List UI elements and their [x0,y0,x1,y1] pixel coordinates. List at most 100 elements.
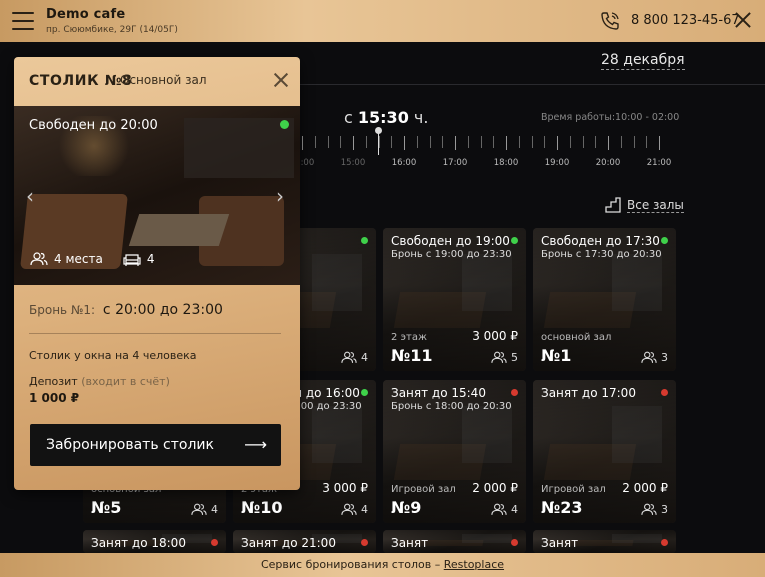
phone-icon[interactable] [600,11,620,31]
panel-title: СТОЛИК №8 [29,73,133,89]
scale-hour-label: 18:00 [493,158,519,168]
cafe-info: Demo cafe пр. Сююмбике, 29Г (14/05Г) [46,7,178,35]
scale-tick [608,136,609,150]
status-dot [211,539,218,546]
card-status: Свободен до 17:30 [541,234,660,248]
footer-link[interactable]: Restoplace [444,558,504,571]
status-dot [511,237,518,244]
scale-hour-label: 17:00 [442,158,468,168]
status-dot [361,389,368,396]
table-card[interactable]: Занят до 15:40 Бронь с 18:00 до 20:30 Игро… [383,380,526,523]
prev-photo-icon[interactable]: ‹ [26,184,34,208]
card-number: №1 [541,346,572,365]
people-icon [491,351,507,363]
phone-number[interactable]: 8 800 123-45-67 [631,13,740,28]
seats-count: 4 [511,503,518,516]
next-photo-icon[interactable]: › [276,184,284,208]
card-status: Занят до 15:40 [391,386,486,400]
time-label: с 15:30 ч. [344,108,428,127]
people-icon [341,503,357,515]
card-price: 2 000 ₽ [622,481,668,495]
time-suffix: ч. [413,108,429,127]
card-seats: 4 [491,503,518,516]
scale-tick [595,136,597,148]
selected-time: 15:30 [357,108,409,127]
close-icon[interactable] [274,73,288,87]
card-seats: 3 [641,503,668,516]
people-icon [30,252,48,266]
scale-tick [582,136,584,148]
scale-tick [480,136,482,148]
people-icon [641,351,657,363]
table-card[interactable]: Занят [383,530,526,553]
work-hours: Время работы:10:00 - 02:00 [541,112,680,123]
card-status: Занят до 17:00 [541,386,636,400]
card-hall: Игровой зал [541,484,606,495]
scale-tick [314,136,316,148]
card-hall: Игровой зал [391,484,456,495]
card-seats: 3 [641,351,668,364]
table-card[interactable]: Занят до 18:00 [83,530,226,553]
cafe-address: пр. Сююмбике, 29Г (14/05Г) [46,25,178,35]
scale-tick [544,136,546,148]
scale-tick [365,136,367,148]
sofa-icon [123,254,141,266]
card-price: 3 000 ₽ [472,329,518,343]
panel-hall: Основной зал [120,73,207,87]
scale-tick [327,136,329,148]
card-hall: основной зал [541,332,612,343]
table-card[interactable]: Занят [533,530,676,553]
scale-tick [302,136,303,150]
scale-hour-label: 20:00 [595,158,621,168]
divider [300,84,765,85]
scale-tick [659,136,660,150]
scale-hour-label: 19:00 [544,158,570,168]
close-icon[interactable] [735,12,751,28]
seats-count: 4 [361,503,368,516]
card-status: Занят до 18:00 [91,536,186,550]
scale-tick [429,136,431,148]
scale-tick [493,136,495,148]
time-scale[interactable]: 14:00 15:00 16:00 17:00 18:00 19:00 20:00 21:00 [290,136,680,170]
floor-plan-icon [605,197,621,213]
booking-label: Бронь №1: [29,303,96,317]
table-details-panel: СТОЛИК №8 Основной зал Свободен до 20:00… [14,57,300,490]
deposit-note: (входит в счёт) [81,375,170,388]
all-halls-link[interactable]: Все залы [605,197,684,213]
card-seats: 4 [191,503,218,516]
card-seats: 4 [341,503,368,516]
all-halls-label: Все залы [627,197,684,213]
seats-count: 3 [661,503,668,516]
seats-count: 4 [211,503,218,516]
table-photo: Свободен до 20:00 ‹ › 4 места 4 [14,106,300,285]
people-icon [491,503,507,515]
book-table-button[interactable]: Забронировать столик ⟶ [30,424,281,466]
status-dot [661,237,668,244]
scale-tick [633,136,635,148]
seats-count: 4 [361,351,368,364]
date-selector[interactable]: 28 декабря [601,52,685,70]
seats-count: 3 [661,351,668,364]
sofa-count: 4 [146,252,155,266]
card-booking: Бронь с 19:00 до 23:30 [391,249,512,260]
scale-tick [340,136,342,148]
status-dot [511,389,518,396]
status-dot [661,389,668,396]
scale-tick [620,136,622,148]
card-hall: 2 этаж [391,332,427,343]
scale-tick [557,136,558,150]
book-button-label: Забронировать столик [46,437,214,453]
deposit-value: 1 000 ₽ [29,391,80,405]
table-card[interactable]: Занят до 21:00 [233,530,376,553]
table-card[interactable]: Свободен до 17:30 Бронь с 17:30 до 20:30 о… [533,228,676,371]
scale-tick [442,136,444,148]
menu-icon[interactable] [12,12,34,30]
table-card[interactable]: Свободен до 19:00 Бронь с 19:00 до 23:30 2… [383,228,526,371]
status-dot [511,539,518,546]
card-number: №5 [91,498,122,517]
table-card[interactable]: Занят до 17:00 Игровой зал 2 000 ₽ №23 3 [533,380,676,523]
card-status: Занят до 21:00 [241,536,336,550]
deposit-label: Депозит (входит в счёт) [29,375,170,388]
card-booking: Бронь с 18:00 до 20:30 [391,401,512,412]
table-meta: 4 места 4 [30,252,154,266]
